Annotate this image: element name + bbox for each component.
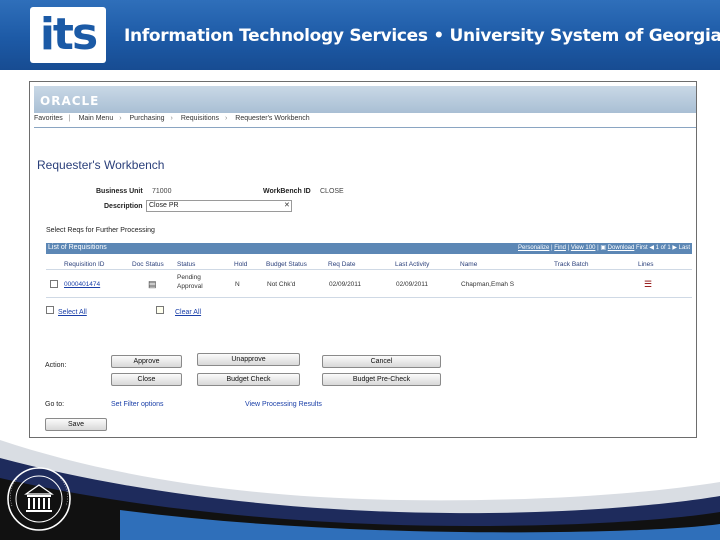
workbench-id-value: CLOSE (320, 188, 344, 195)
lines-icon[interactable]: ☰ (644, 279, 652, 290)
set-filter-options-link[interactable]: Set Filter options (111, 401, 164, 408)
select-all-check-icon[interactable] (46, 306, 54, 314)
status-line-1: Pending (177, 274, 201, 281)
description-field[interactable]: Close PR (146, 200, 292, 212)
slide: its Information Technology Services • Un… (0, 0, 720, 540)
req-date-value: 02/09/2011 (329, 281, 362, 288)
pager-range: 1 of 1 (655, 245, 671, 251)
download-link[interactable]: Download (608, 245, 635, 251)
view-100-link[interactable]: View 100 (571, 245, 596, 251)
nav-favorites[interactable]: Favorites (34, 115, 63, 122)
oracle-logo: ORACLE (40, 94, 100, 108)
nav-requesters-workbench[interactable]: Requester's Workbench (235, 115, 309, 122)
university-seal (7, 467, 71, 531)
clear-x-icon[interactable]: ✕ (284, 201, 290, 209)
grid-column-headers: Requisition ID Doc Status Status Hold Bu… (46, 258, 692, 270)
col-hold[interactable]: Hold (234, 261, 247, 268)
grid-header: List of Requisitions Personalize | Find … (46, 243, 692, 254)
col-doc-status[interactable]: Doc Status (132, 261, 164, 268)
budget-status-value: Not Chk'd (267, 281, 296, 288)
nav-purchasing[interactable]: Purchasing (130, 115, 165, 122)
select-all-link[interactable]: Select All (58, 309, 87, 316)
col-budget-status[interactable]: Budget Status (266, 261, 307, 268)
col-req-date[interactable]: Req Date (328, 261, 355, 268)
table-row: 0000401474 ▤ Pending Approval N Not Chk'… (46, 271, 692, 298)
col-status[interactable]: Status (177, 261, 195, 268)
doc-status-icon[interactable]: ▤ (148, 279, 157, 290)
col-lines[interactable]: Lines (638, 261, 654, 268)
budget-pre-check-button[interactable]: Budget Pre-Check (322, 373, 441, 386)
workbench-id-label: WorkBench ID (263, 188, 311, 195)
app-header: ORACLE (34, 86, 696, 113)
business-unit-label: Business Unit (96, 188, 143, 195)
pager-first[interactable]: First (636, 245, 648, 251)
screenshot-frame: ORACLE Favorites | Main Menu › Purchasing ›… (29, 81, 697, 438)
col-name[interactable]: Name (460, 261, 477, 268)
footer-swoosh (0, 440, 720, 540)
hold-value: N (235, 281, 240, 288)
clear-all-box-icon[interactable] (156, 306, 164, 314)
approve-button[interactable]: Approve (111, 355, 182, 368)
its-logo: its (30, 7, 106, 63)
close-button[interactable]: Close (111, 373, 182, 386)
save-button[interactable]: Save (45, 418, 107, 431)
description-label: Description (104, 203, 143, 210)
clear-all-link[interactable]: Clear All (175, 309, 201, 316)
last-activity-value: 02/09/2011 (396, 281, 429, 288)
header-banner: its Information Technology Services • Un… (0, 0, 720, 70)
its-logo-text: its (39, 9, 98, 60)
col-last-activity[interactable]: Last Activity (395, 261, 429, 268)
business-unit-value: 71000 (152, 188, 172, 195)
nav-requisitions[interactable]: Requisitions (181, 115, 219, 122)
next-arrow-icon[interactable]: ▶ (672, 245, 677, 251)
action-label: Action: (45, 362, 67, 369)
cancel-button[interactable]: Cancel (322, 355, 441, 368)
breadcrumb: Favorites | Main Menu › Purchasing › Requis… (34, 115, 310, 122)
nav-main-menu[interactable]: Main Menu (79, 115, 114, 122)
col-track-batch[interactable]: Track Batch (554, 261, 588, 268)
download-icon[interactable]: ▣ (600, 245, 606, 251)
budget-check-button[interactable]: Budget Check (197, 373, 300, 386)
prev-arrow-icon[interactable]: ◀ (649, 245, 654, 251)
nav-divider (34, 127, 696, 128)
goto-label: Go to: (45, 401, 65, 408)
find-link[interactable]: Find (554, 245, 566, 251)
grid-title: List of Requisitions (48, 244, 107, 251)
grid-toolbar: Personalize | Find | View 100 | ▣ Downlo… (518, 245, 690, 251)
page-title: Requester's Workbench (37, 158, 165, 172)
pager-last[interactable]: Last (679, 245, 690, 251)
personalize-link[interactable]: Personalize (518, 245, 549, 251)
requisition-id-link[interactable]: 0000401474 (64, 281, 100, 288)
banner-title: Information Technology Services • Univer… (124, 26, 720, 46)
section-label: Select Reqs for Further Processing (46, 227, 155, 234)
status-line-2: Approval (177, 283, 203, 290)
col-requisition-id[interactable]: Requisition ID (64, 261, 104, 268)
row-select-checkbox[interactable] (50, 280, 58, 288)
name-value: Chapman,Emah S (461, 281, 515, 288)
view-processing-results-link[interactable]: View Processing Results (245, 401, 322, 408)
unapprove-button[interactable]: Unapprove (197, 353, 300, 366)
